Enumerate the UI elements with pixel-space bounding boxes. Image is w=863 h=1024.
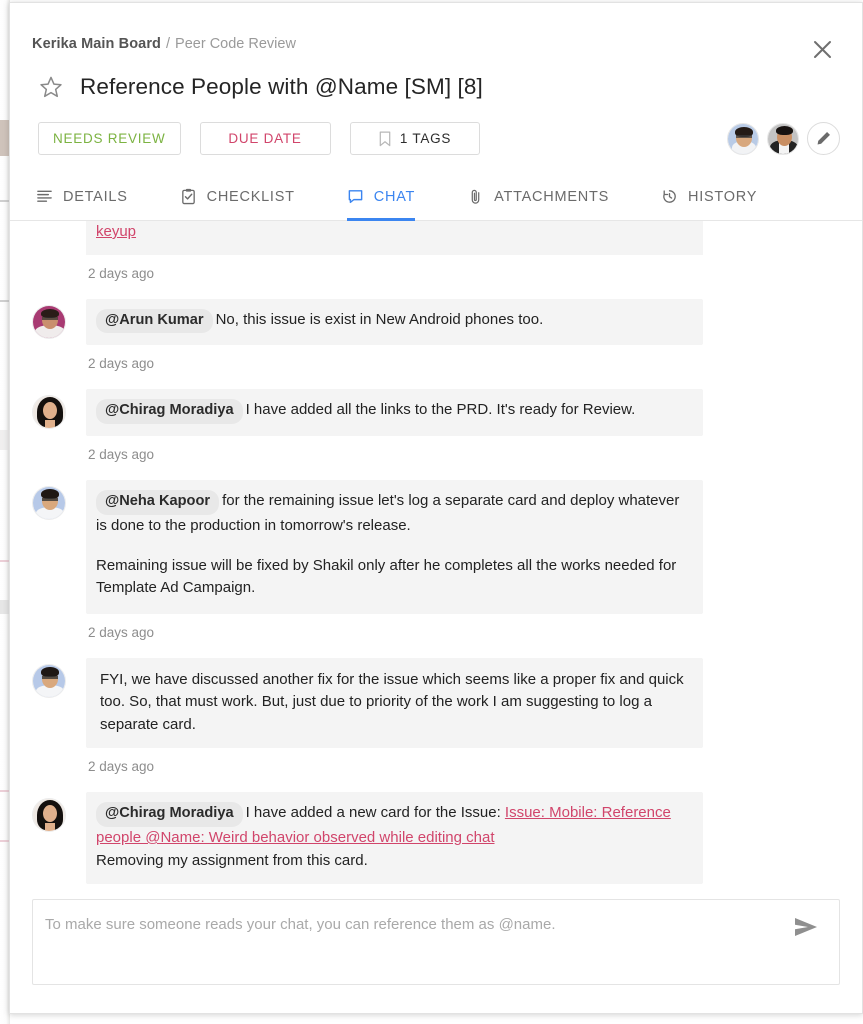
avatar-slot (32, 299, 86, 339)
edit-card-button[interactable] (807, 122, 840, 155)
card-title-row: Reference People with @Name [SM] [8] (32, 74, 840, 100)
chat-message-list[interactable]: keyup 2 days ago @Arun Kumar No, this is… (10, 221, 862, 889)
message-timestamp: 2 days ago (88, 624, 155, 640)
page-title: Reference People with @Name [SM] [8] (80, 74, 483, 99)
bookmark-icon (379, 131, 391, 146)
message-bubble: @Chirag Moradiya I have added all the lin… (86, 389, 703, 437)
mention-chip[interactable]: @Neha Kapoor (96, 490, 220, 516)
avatar[interactable] (32, 798, 66, 833)
mention-chip[interactable]: @Arun Kumar (96, 308, 213, 334)
message-bubble: @Arun Kumar No, this issue is exist in Ne… (86, 298, 703, 346)
list-item: @Chirag Moradiya I have added a new card … (32, 792, 840, 889)
message-text: I have added a new card for the Issue: (245, 804, 501, 822)
breadcrumb-board[interactable]: Kerika Main Board (32, 36, 161, 52)
send-arrow-icon (795, 918, 817, 936)
avatar[interactable] (767, 122, 799, 155)
tab-details-label: DETAILS (63, 188, 128, 205)
message-text-paragraph-2: Remaining issue will be fixed by Shakil … (96, 556, 677, 597)
card-details-modal: Kerika Main Board / Peer Code Review Ref… (9, 2, 863, 1014)
message-bubble: @Chirag Moradiya I have added a new card … (86, 792, 703, 885)
send-button[interactable] (789, 912, 823, 942)
message-bubble: @Neha Kapoor for the remaining issue let'… (86, 480, 703, 614)
message-link[interactable]: keyup (96, 223, 136, 240)
message-text: No, this issue is exist in New Android p… (215, 310, 544, 328)
card-tabs: DETAILS CHECKLIST CHAT ATTACHMENTS HISTO… (10, 177, 862, 221)
tab-details[interactable]: DETAILS (36, 178, 128, 221)
avatar-slot (32, 792, 86, 833)
composer-bottom-padding (32, 985, 840, 1013)
tab-chat[interactable]: CHAT (346, 178, 416, 221)
close-icon (813, 40, 831, 58)
mention-chip[interactable]: @Chirag Moradiya (96, 399, 243, 425)
tab-history-label: HISTORY (688, 188, 758, 205)
message-text-after: Removing my assignment from this card. (96, 851, 368, 869)
star-outline-icon[interactable] (38, 74, 64, 100)
close-button[interactable] (804, 31, 840, 67)
list-item: @Neha Kapoor for the remaining issue let'… (32, 480, 840, 640)
avatar[interactable] (32, 395, 66, 430)
tab-checklist[interactable]: CHECKLIST (180, 178, 295, 221)
avatar-slot (32, 389, 86, 430)
tab-checklist-label: CHECKLIST (206, 188, 295, 205)
due-date-button[interactable]: DUE DATE (199, 122, 331, 155)
message-text: FYI, we have discussed another fix for t… (100, 670, 684, 733)
message-text: I have added all the links to the PRD. I… (245, 401, 636, 419)
tab-history[interactable]: HISTORY (661, 178, 757, 221)
message-bubble: FYI, we have discussed another fix for t… (86, 657, 703, 749)
message-bubble: keyup (86, 221, 703, 255)
mention-chip[interactable]: @Chirag Moradiya (96, 802, 243, 828)
chat-bubble-icon (348, 190, 363, 204)
status-badge[interactable]: NEEDS REVIEW (38, 122, 181, 155)
card-header: Kerika Main Board / Peer Code Review Ref… (10, 3, 862, 155)
list-item: @Chirag Moradiya I have added all the lin… (32, 389, 840, 462)
message-timestamp: 2 days ago (88, 759, 155, 775)
list-lines-icon (37, 190, 52, 202)
breadcrumb-separator: / (166, 36, 171, 52)
clipboard-check-icon (181, 188, 195, 205)
chat-composer[interactable] (32, 899, 840, 985)
chat-input[interactable] (45, 914, 789, 974)
chat-composer-area (10, 889, 862, 1013)
message-timestamp: 2 days ago (88, 447, 155, 463)
clock-history-icon (663, 190, 676, 203)
tab-chat-label: CHAT (373, 188, 416, 205)
list-item: @Arun Kumar No, this issue is exist in Ne… (32, 298, 840, 372)
message-timestamp: 2 days ago (88, 356, 155, 372)
avatar-slot (32, 221, 86, 227)
breadcrumb-column[interactable]: Peer Code Review (175, 36, 296, 52)
assignee-avatars (727, 122, 840, 155)
avatar-slot (32, 658, 86, 698)
list-item: keyup 2 days ago (32, 221, 840, 281)
card-meta-row: NEEDS REVIEW DUE DATE 1 TAGS (32, 122, 840, 155)
pencil-icon (817, 132, 830, 145)
avatar[interactable] (32, 304, 66, 339)
tags-label: 1 TAGS (399, 131, 452, 146)
tab-attachments-label: ATTACHMENTS (494, 188, 610, 205)
avatar-slot (32, 480, 86, 521)
tab-attachments[interactable]: ATTACHMENTS (467, 178, 609, 221)
list-item: FYI, we have discussed another fix for t… (32, 657, 840, 775)
avatar[interactable] (727, 122, 759, 155)
breadcrumb: Kerika Main Board / Peer Code Review (32, 3, 840, 52)
avatar[interactable] (32, 486, 66, 521)
avatar[interactable] (32, 663, 66, 698)
paperclip-icon (471, 189, 480, 204)
tags-button[interactable]: 1 TAGS (349, 122, 480, 155)
message-timestamp: 2 days ago (88, 265, 155, 281)
